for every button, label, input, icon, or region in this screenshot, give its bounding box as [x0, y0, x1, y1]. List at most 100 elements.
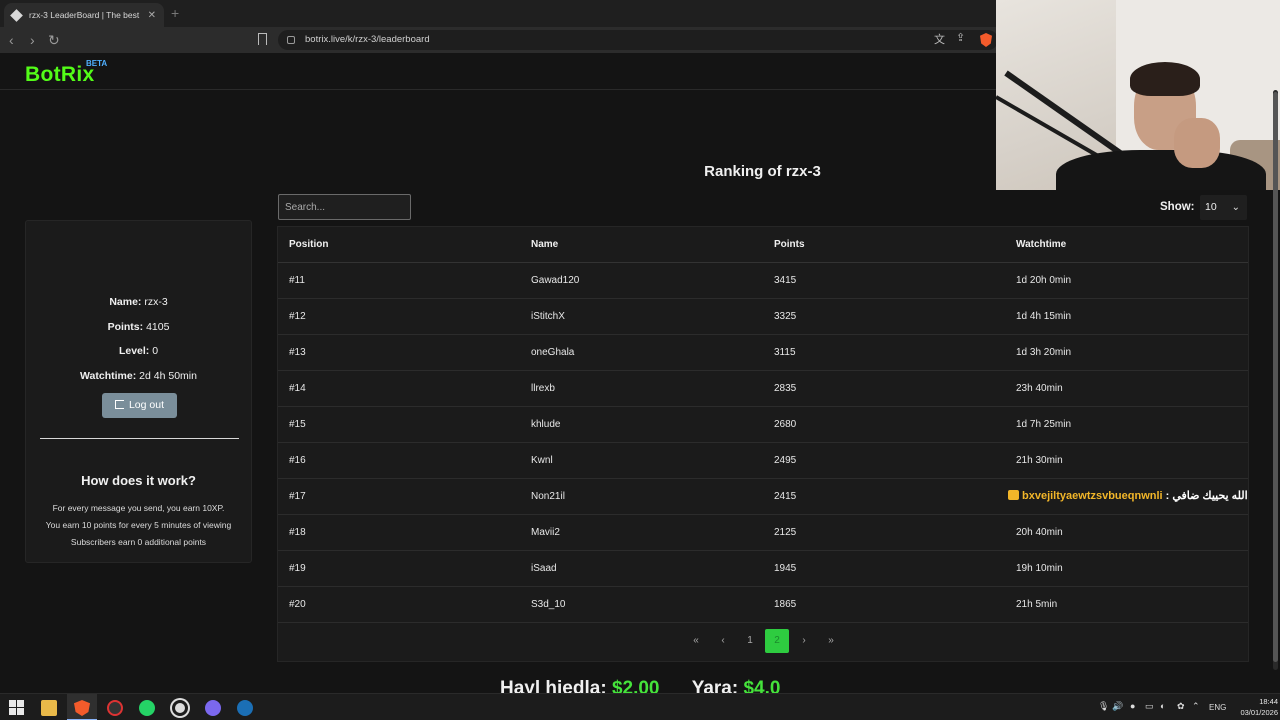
scrollbar-thumb[interactable]	[1273, 92, 1278, 662]
name-value: rzx-3	[144, 296, 168, 308]
forward-arrow-icon[interactable]: ›	[30, 31, 35, 49]
watchtime-cell: 19h 10min	[1016, 563, 1063, 574]
column-header[interactable]: Points	[774, 227, 805, 263]
name-cell: Gawad120	[531, 275, 580, 286]
translate-icon[interactable]: 文	[934, 31, 945, 47]
windows-start-icon[interactable]	[9, 700, 25, 716]
name-cell: iStitchX	[531, 311, 565, 322]
position-cell: #16	[289, 455, 306, 466]
browser-tab[interactable]: rzx-3 LeaderBoard | The best Ch ✕	[4, 3, 164, 27]
howto-title: How does it work?	[81, 473, 196, 488]
search-input[interactable]	[278, 194, 411, 220]
column-header[interactable]: Position	[289, 227, 328, 263]
taskbar-clock[interactable]: 18:44 03/01/2026	[1228, 696, 1278, 718]
leaderboard-table: Position Name Points Watchtime #11 Gawad…	[277, 226, 1249, 662]
profile-watchtime: Watchtime: 2d 4h 50min	[26, 370, 251, 382]
show-count-select[interactable]: 10 ⌄	[1200, 195, 1247, 220]
position-cell: #14	[289, 383, 306, 394]
app-tray-icon[interactable]: ✿	[1177, 701, 1185, 712]
howto-line: For every message you send, you earn 10X…	[52, 503, 225, 513]
position-cell: #17	[289, 491, 306, 502]
chat-text: الله يحييك ضافي	[1172, 490, 1248, 502]
back-arrow-icon[interactable]: ‹	[9, 31, 14, 49]
botrix-logo[interactable]: BotRix	[25, 63, 94, 87]
clock-time: 18:44	[1259, 697, 1278, 706]
chat-overlay-message: bxvejiltyaewtzsvbueqnwnli : الله يحييك ض…	[1008, 489, 1280, 505]
tab-title: rzx-3 LeaderBoard | The best Ch	[29, 10, 142, 20]
page-1-button[interactable]: 1	[742, 629, 758, 653]
chat-username: bxvejiltyaewtzsvbueqnwnli	[1022, 490, 1163, 502]
watchtime-cell: 21h 5min	[1016, 599, 1058, 610]
file-explorer-icon[interactable]	[41, 700, 57, 716]
watchtime-label: Watchtime:	[80, 370, 137, 382]
watchtime-cell: 20h 40min	[1016, 527, 1063, 538]
next-page-icon[interactable]: ›	[796, 629, 812, 653]
column-header[interactable]: Watchtime	[1016, 227, 1066, 263]
level-label: Level:	[118, 345, 150, 357]
profile-level: Level: 0	[26, 345, 251, 357]
table-row: #19 iSaad 1945 19h 10min	[278, 551, 1248, 587]
page-2-button[interactable]: 2	[765, 629, 789, 653]
divider	[40, 438, 239, 439]
share-icon[interactable]: ⇪	[956, 31, 965, 44]
watchtime-value: 2d 4h 50min	[139, 370, 197, 382]
table-row: #12 iStitchX 3325 1d 4h 15min	[278, 299, 1248, 335]
steam-icon[interactable]	[237, 700, 253, 716]
name-cell: S3d_10	[531, 599, 566, 610]
subscriber-badge-icon	[1008, 490, 1019, 500]
points-label: Points:	[107, 321, 144, 333]
watchtime-cell: 1d 3h 20min	[1016, 347, 1072, 358]
name-cell: Mavii2	[531, 527, 560, 538]
microphone-icon[interactable]: 🎙	[1098, 701, 1109, 712]
site-info-icon[interactable]	[287, 36, 295, 44]
name-cell: llrexb	[531, 383, 555, 394]
column-header[interactable]: Name	[531, 227, 558, 263]
webcam-overlay	[996, 0, 1280, 190]
position-cell: #12	[289, 311, 306, 322]
points-cell: 3115	[774, 347, 796, 358]
security-icon[interactable]: ◐	[1160, 701, 1165, 711]
network-icon[interactable]: ▭	[1145, 701, 1154, 712]
profile-points: Points: 4105	[26, 321, 251, 333]
whatsapp-icon[interactable]	[139, 700, 155, 716]
points-cell: 3325	[774, 311, 797, 322]
reload-icon[interactable]: ↻	[48, 31, 60, 49]
address-bar[interactable]: botrix.live/k/rzx-3/leaderboard	[278, 30, 998, 50]
name-label: Name:	[109, 296, 142, 308]
watchtime-cell: 23h 40min	[1016, 383, 1063, 394]
position-cell: #13	[289, 347, 306, 358]
table-row: #11 Gawad120 3415 1d 20h 0min	[278, 263, 1248, 299]
show-label: Show:	[1160, 201, 1195, 213]
watchtime-cell: 1d 4h 15min	[1016, 311, 1072, 322]
level-value: 0	[152, 345, 159, 357]
watchtime-cell: 1d 20h 0min	[1016, 275, 1072, 286]
name-cell: oneGhala	[531, 347, 575, 358]
name-cell: Non21il	[531, 491, 565, 502]
obs-icon[interactable]	[172, 700, 188, 716]
steam-tray-icon[interactable]: ●	[1130, 701, 1135, 711]
language-indicator[interactable]: ENG	[1209, 703, 1226, 712]
name-cell: khlude	[531, 419, 561, 430]
position-cell: #15	[289, 419, 306, 430]
app-icon[interactable]	[107, 700, 123, 716]
volume-icon[interactable]: 🔊	[1112, 701, 1123, 712]
watchtime-cell: 1d 7h 25min	[1016, 419, 1072, 430]
points-cell: 1865	[774, 599, 797, 610]
name-cell: Kwnl	[531, 455, 553, 466]
table-header: Position Name Points Watchtime	[278, 227, 1248, 263]
url-text: botrix.live/k/rzx-3/leaderboard	[305, 34, 430, 45]
bookmark-icon[interactable]	[258, 33, 267, 45]
points-cell: 2415	[774, 491, 797, 502]
points-cell: 2680	[774, 419, 797, 430]
new-tab-button[interactable]: +	[171, 5, 179, 21]
first-page-icon[interactable]: «	[688, 629, 704, 653]
discord-icon[interactable]	[205, 700, 221, 716]
table-row: #15 khlude 2680 1d 7h 25min	[278, 407, 1248, 443]
chevron-up-icon[interactable]: ⌃	[1192, 701, 1200, 712]
points-value: 4105	[146, 321, 170, 333]
logout-icon	[114, 400, 124, 409]
last-page-icon[interactable]: »	[823, 629, 839, 653]
prev-page-icon[interactable]: ‹	[715, 629, 731, 653]
logout-button[interactable]: Log out	[102, 393, 177, 418]
close-tab-icon[interactable]: ✕	[148, 10, 156, 21]
